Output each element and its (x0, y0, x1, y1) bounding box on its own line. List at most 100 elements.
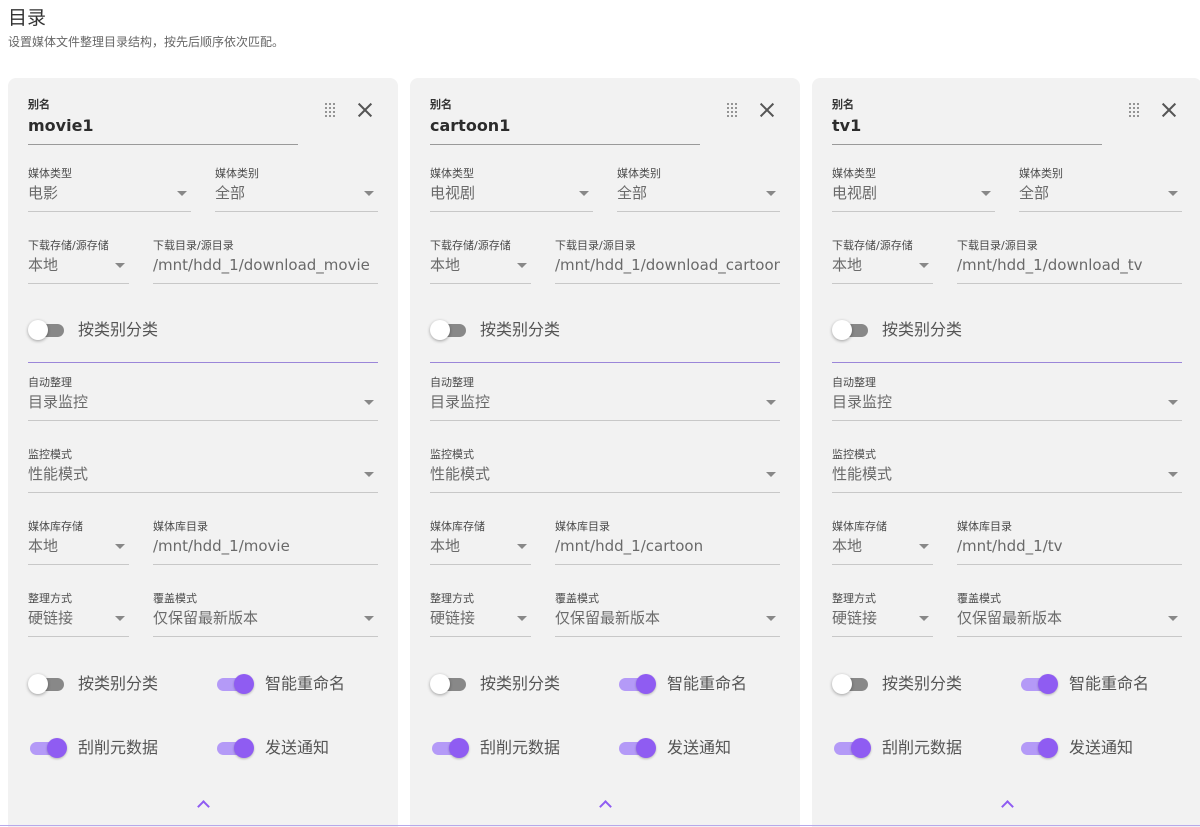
drag-handle-icon[interactable] (726, 103, 738, 117)
dropdown-caret-icon[interactable] (517, 544, 527, 549)
dropdown-caret-icon[interactable] (517, 263, 527, 268)
dropdown-caret-icon[interactable] (364, 616, 374, 621)
media-category-select[interactable]: 媒体类别 全部 (617, 167, 780, 213)
dropdown-caret-icon[interactable] (1168, 472, 1178, 477)
dropdown-caret-icon[interactable] (115, 544, 125, 549)
download-storage-select[interactable]: 下载存储/源存储 本地 (430, 239, 531, 285)
download-path-input[interactable]: 下载目录/源目录 /mnt/hdd_1/download_cartoon (555, 239, 780, 285)
classify-toggle[interactable]: 按类别分类 (832, 318, 992, 342)
dropdown-caret-icon[interactable] (579, 191, 589, 196)
media-category-select[interactable]: 媒体类别 全部 (1019, 167, 1182, 213)
monitor-mode-select[interactable]: 监控模式 性能模式 (430, 448, 780, 494)
library-storage-select-label: 媒体库存储 (832, 520, 887, 533)
dropdown-caret-icon[interactable] (517, 616, 527, 621)
close-icon[interactable] (1161, 102, 1177, 118)
library-path-input[interactable]: 媒体库目录 /mnt/hdd_1/cartoon (555, 520, 780, 566)
library-classify-toggle[interactable]: 按类别分类 (28, 672, 188, 696)
library-classify-toggle-knob[interactable] (832, 674, 852, 694)
classify-toggle[interactable]: 按类别分类 (28, 318, 188, 342)
dropdown-caret-icon[interactable] (919, 263, 929, 268)
download-storage-select[interactable]: 下载存储/源存储 本地 (28, 239, 129, 285)
dropdown-caret-icon[interactable] (766, 191, 776, 196)
dropdown-caret-icon[interactable] (364, 472, 374, 477)
chevron-up-icon[interactable] (196, 799, 210, 809)
dropdown-caret-icon[interactable] (115, 616, 125, 621)
close-icon[interactable] (357, 102, 373, 118)
alias-field[interactable]: 别名 cartoon1 (430, 98, 700, 146)
scrape-metadata-toggle-knob[interactable] (47, 738, 67, 758)
auto-organize-select[interactable]: 自动整理 目录监控 (832, 376, 1182, 422)
dropdown-caret-icon[interactable] (1168, 616, 1178, 621)
send-notification-toggle-knob[interactable] (1038, 738, 1058, 758)
dropdown-caret-icon[interactable] (981, 191, 991, 196)
smart-rename-toggle[interactable]: 智能重命名 (617, 672, 777, 696)
dropdown-caret-icon[interactable] (1168, 191, 1178, 196)
monitor-mode-select[interactable]: 监控模式 性能模式 (28, 448, 378, 494)
dropdown-caret-icon[interactable] (766, 400, 776, 405)
scrape-metadata-toggle[interactable]: 刮削元数据 (832, 736, 992, 760)
library-classify-toggle[interactable]: 按类别分类 (430, 672, 590, 696)
send-notification-toggle[interactable]: 发送通知 (1019, 736, 1179, 760)
send-notification-toggle[interactable]: 发送通知 (617, 736, 777, 760)
close-icon[interactable] (759, 102, 775, 118)
dropdown-caret-icon[interactable] (766, 472, 776, 477)
classify-toggle[interactable]: 按类别分类 (430, 318, 590, 342)
download-path-input[interactable]: 下载目录/源目录 /mnt/hdd_1/download_tv (957, 239, 1182, 285)
transfer-type-select-underline (430, 636, 531, 637)
media-type-select[interactable]: 媒体类型 电视剧 (832, 167, 995, 213)
transfer-type-select[interactable]: 整理方式 硬链接 (430, 592, 531, 638)
classify-toggle-knob[interactable] (28, 320, 48, 340)
smart-rename-toggle-knob[interactable] (1038, 674, 1058, 694)
dropdown-caret-icon[interactable] (919, 544, 929, 549)
transfer-type-select[interactable]: 整理方式 硬链接 (28, 592, 129, 638)
dropdown-caret-icon[interactable] (766, 616, 776, 621)
dropdown-caret-icon[interactable] (919, 616, 929, 621)
classify-toggle-knob[interactable] (832, 320, 852, 340)
monitor-mode-select-underline (430, 492, 780, 493)
overwrite-mode-select[interactable]: 覆盖模式 仅保留最新版本 (957, 592, 1182, 638)
download-path-input[interactable]: 下载目录/源目录 /mnt/hdd_1/download_movie (153, 239, 378, 285)
send-notification-toggle-knob[interactable] (234, 738, 254, 758)
smart-rename-toggle-knob[interactable] (636, 674, 656, 694)
dropdown-caret-icon[interactable] (115, 263, 125, 268)
alias-field[interactable]: 别名 movie1 (28, 98, 298, 146)
download-storage-select[interactable]: 下载存储/源存储 本地 (832, 239, 933, 285)
send-notification-toggle[interactable]: 发送通知 (215, 736, 375, 760)
send-notification-toggle-knob[interactable] (636, 738, 656, 758)
drag-handle-icon[interactable] (1128, 103, 1140, 117)
library-classify-toggle[interactable]: 按类别分类 (832, 672, 992, 696)
library-classify-toggle-knob[interactable] (28, 674, 48, 694)
dropdown-caret-icon[interactable] (177, 191, 187, 196)
scrape-metadata-toggle[interactable]: 刮削元数据 (28, 736, 188, 760)
auto-organize-select[interactable]: 自动整理 目录监控 (430, 376, 780, 422)
dropdown-caret-icon[interactable] (1168, 400, 1178, 405)
dropdown-caret-icon[interactable] (364, 400, 374, 405)
auto-organize-select[interactable]: 自动整理 目录监控 (28, 376, 378, 422)
scrape-metadata-toggle-knob[interactable] (449, 738, 469, 758)
smart-rename-toggle[interactable]: 智能重命名 (215, 672, 375, 696)
dropdown-caret-icon[interactable] (364, 191, 374, 196)
scrape-metadata-toggle[interactable]: 刮削元数据 (430, 736, 590, 760)
library-path-input[interactable]: 媒体库目录 /mnt/hdd_1/tv (957, 520, 1182, 566)
monitor-mode-select[interactable]: 监控模式 性能模式 (832, 448, 1182, 494)
alias-field[interactable]: 别名 tv1 (832, 98, 1102, 146)
library-classify-toggle-knob[interactable] (430, 674, 450, 694)
classify-toggle-knob[interactable] (430, 320, 450, 340)
smart-rename-toggle-knob[interactable] (234, 674, 254, 694)
media-type-select[interactable]: 媒体类型 电影 (28, 167, 191, 213)
scrape-metadata-toggle-knob[interactable] (851, 738, 871, 758)
library-storage-select[interactable]: 媒体库存储 本地 (430, 520, 531, 566)
overwrite-mode-select[interactable]: 覆盖模式 仅保留最新版本 (555, 592, 780, 638)
chevron-up-icon[interactable] (1000, 799, 1014, 809)
transfer-type-select[interactable]: 整理方式 硬链接 (832, 592, 933, 638)
chevron-up-icon[interactable] (598, 799, 612, 809)
smart-rename-toggle[interactable]: 智能重命名 (1019, 672, 1179, 696)
media-category-select[interactable]: 媒体类别 全部 (215, 167, 378, 213)
overwrite-mode-select[interactable]: 覆盖模式 仅保留最新版本 (153, 592, 378, 638)
drag-handle-icon[interactable] (324, 103, 336, 117)
library-storage-select[interactable]: 媒体库存储 本地 (832, 520, 933, 566)
overwrite-mode-select-value: 仅保留最新版本 (555, 609, 661, 627)
library-path-input[interactable]: 媒体库目录 /mnt/hdd_1/movie (153, 520, 378, 566)
media-type-select[interactable]: 媒体类型 电视剧 (430, 167, 593, 213)
library-storage-select[interactable]: 媒体库存储 本地 (28, 520, 129, 566)
